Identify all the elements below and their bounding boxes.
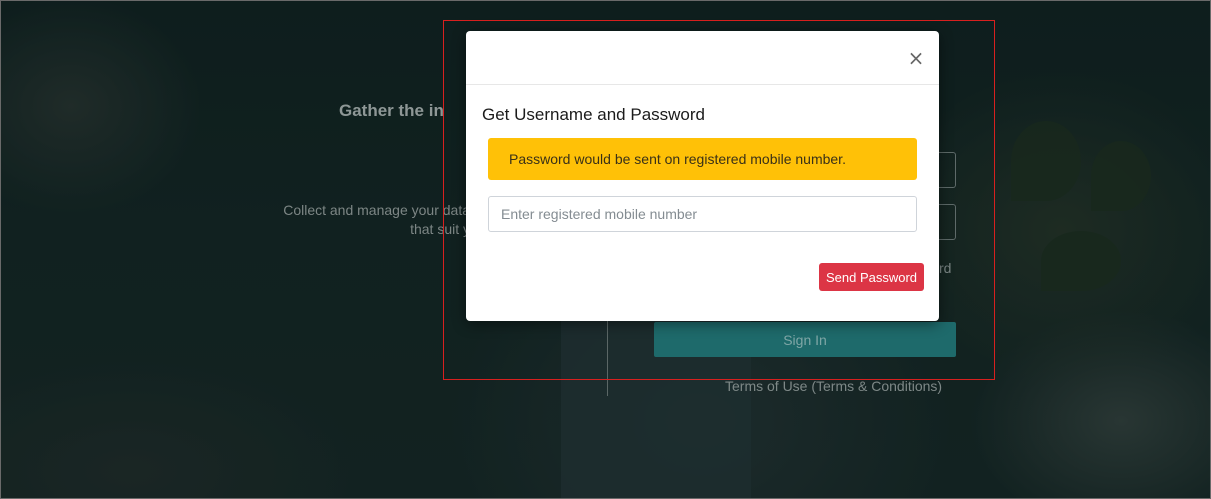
info-alert: Password would be sent on registered mob… xyxy=(488,138,917,180)
hero-title: Gather the in xyxy=(339,101,444,120)
modal-header: × xyxy=(466,31,939,85)
hero-description: Collect and manage your data that suit y xyxy=(283,201,470,239)
get-credentials-modal: × Get Username and Password Password wou… xyxy=(466,31,939,321)
terms-link: Terms of Use (Terms & Conditions) xyxy=(725,378,943,394)
hero-description-line: that suit y xyxy=(410,221,470,237)
close-icon[interactable]: × xyxy=(907,48,925,68)
modal-title: Get Username and Password xyxy=(482,105,705,124)
send-password-button[interactable]: Send Password xyxy=(819,263,924,291)
mobile-number-input[interactable] xyxy=(488,196,917,232)
hero-description-line: Collect and manage your data xyxy=(283,202,470,218)
